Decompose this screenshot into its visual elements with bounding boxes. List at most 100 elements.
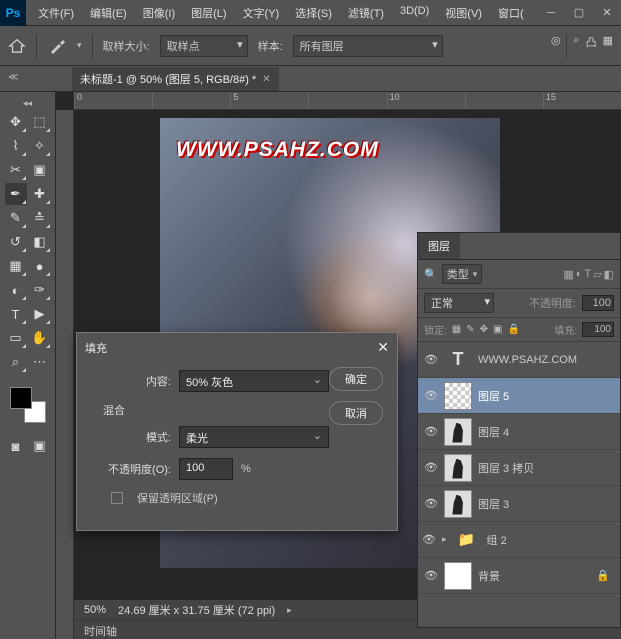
- eyedropper-icon[interactable]: [47, 36, 67, 56]
- sample-size-select[interactable]: 取样点: [160, 35, 248, 57]
- group-expand-icon[interactable]: ▸: [442, 534, 447, 545]
- crop-tool[interactable]: ✂: [5, 159, 27, 181]
- lock-all-icon[interactable]: 🔒: [507, 324, 519, 335]
- color-swatches[interactable]: [10, 387, 46, 423]
- menu-window[interactable]: 窗口(: [492, 1, 530, 25]
- visibility-icon[interactable]: 👁: [424, 425, 438, 438]
- sample-select[interactable]: 所有图层: [293, 35, 443, 57]
- close-tab-icon[interactable]: ✕: [262, 74, 270, 85]
- menu-filter[interactable]: 滤镜(T): [342, 1, 390, 25]
- layer-opacity-input[interactable]: 100: [582, 295, 614, 311]
- visibility-icon[interactable]: 👁: [424, 497, 438, 510]
- lock-artboard-icon[interactable]: ▣: [493, 324, 502, 335]
- stamp-tool[interactable]: ≛: [29, 207, 51, 229]
- layer-row[interactable]: 👁 图层 3 拷贝: [418, 450, 620, 486]
- filter-adjust-icon[interactable]: ◐: [576, 268, 583, 281]
- visibility-icon[interactable]: 👁: [424, 389, 438, 402]
- preserve-transparency-checkbox[interactable]: [111, 492, 123, 504]
- ok-button[interactable]: 确定: [329, 367, 383, 391]
- magic-wand-tool[interactable]: ✧: [29, 135, 51, 157]
- window-close[interactable]: ✕: [593, 0, 621, 26]
- visibility-icon[interactable]: 👁: [424, 569, 438, 582]
- tool-preset-arrow[interactable]: ▾: [77, 40, 82, 51]
- zoom-level[interactable]: 50%: [84, 604, 106, 616]
- filter-shape-icon[interactable]: ▱: [593, 268, 601, 281]
- brush-tool[interactable]: ✎: [5, 207, 27, 229]
- move-tool[interactable]: ✥: [5, 111, 27, 133]
- opt-icon-grid[interactable]: ▦: [603, 34, 613, 58]
- opt-icon-target[interactable]: ◎: [551, 34, 561, 58]
- lock-position-icon[interactable]: ✥: [480, 324, 488, 335]
- layer-name[interactable]: 图层 4: [478, 424, 614, 440]
- eyedropper-tool[interactable]: ✒: [5, 183, 27, 205]
- layer-name[interactable]: 组 2: [487, 532, 614, 548]
- gradient-tool[interactable]: ▦: [5, 255, 27, 277]
- eraser-tool[interactable]: ◧: [29, 231, 51, 253]
- lasso-tool[interactable]: ⌇: [5, 135, 27, 157]
- shape-tool[interactable]: ▭: [5, 327, 27, 349]
- menu-3d[interactable]: 3D(D): [394, 1, 435, 25]
- window-minimize[interactable]: ─: [537, 0, 565, 26]
- pen-tool[interactable]: ✑: [29, 279, 51, 301]
- marquee-tool[interactable]: ⬚: [29, 111, 51, 133]
- path-select-tool[interactable]: ▶: [29, 303, 51, 325]
- filter-search-icon[interactable]: 🔍: [424, 268, 438, 281]
- status-arrow-icon[interactable]: ▸: [287, 605, 292, 616]
- patch-tool[interactable]: ✚: [29, 183, 51, 205]
- document-tab[interactable]: 未标题-1 @ 50% (图层 5, RGB/8#) * ✕: [72, 67, 279, 91]
- layer-row[interactable]: 👁 ▸ 📁 组 2: [418, 522, 620, 558]
- menu-layer[interactable]: 图层(L): [185, 1, 232, 25]
- zoom-tool[interactable]: ⌕: [5, 351, 27, 373]
- filter-pixel-icon[interactable]: ▦: [563, 268, 573, 281]
- dialog-close-icon[interactable]: ✕: [377, 339, 389, 356]
- visibility-icon[interactable]: 👁: [424, 353, 438, 366]
- layer-row[interactable]: 👁 图层 3: [418, 486, 620, 522]
- layers-tab[interactable]: 图层: [418, 233, 460, 259]
- filter-type-icon[interactable]: T: [584, 268, 591, 281]
- menu-type[interactable]: 文字(Y): [237, 1, 286, 25]
- timeline-label[interactable]: 时间轴: [84, 626, 117, 638]
- layer-row[interactable]: 👁 背景 🔒: [418, 558, 620, 594]
- layer-name[interactable]: 图层 3 拷贝: [478, 460, 614, 476]
- quickmask-icon[interactable]: ◙: [5, 435, 27, 457]
- layer-name[interactable]: WWW.PSAHZ.COM: [478, 354, 614, 366]
- menu-image[interactable]: 图像(I): [137, 1, 181, 25]
- history-brush-tool[interactable]: ↺: [5, 231, 27, 253]
- menu-file[interactable]: 文件(F): [32, 1, 80, 25]
- content-select[interactable]: 50% 灰色: [179, 370, 329, 392]
- filter-kind-select[interactable]: 类型▾: [442, 264, 483, 284]
- frame-tool[interactable]: ▣: [29, 159, 51, 181]
- lock-brush-icon[interactable]: ✎: [466, 324, 474, 335]
- panel-collapse-icon[interactable]: ≪: [8, 72, 18, 83]
- menu-select[interactable]: 选择(S): [289, 1, 338, 25]
- foreground-swatch[interactable]: [10, 387, 32, 409]
- visibility-icon[interactable]: 👁: [422, 533, 436, 546]
- layer-name[interactable]: 图层 3: [478, 496, 614, 512]
- opacity-input[interactable]: 100: [179, 458, 233, 480]
- menu-edit[interactable]: 编辑(E): [84, 1, 133, 25]
- layer-row[interactable]: 👁 T WWW.PSAHZ.COM: [418, 342, 620, 378]
- visibility-icon[interactable]: 👁: [424, 461, 438, 474]
- edit-toolbar[interactable]: ⋯: [29, 351, 51, 373]
- cancel-button[interactable]: 取消: [329, 401, 383, 425]
- opt-icon-search[interactable]: ⌕: [573, 34, 579, 58]
- hand-tool[interactable]: ✋: [29, 327, 51, 349]
- blend-mode-select[interactable]: 正常: [424, 293, 494, 313]
- blur-tool[interactable]: ●: [29, 255, 51, 277]
- toolbox-collapse-icon[interactable]: ◂◂: [23, 98, 32, 109]
- layer-name[interactable]: 背景: [478, 568, 590, 584]
- menu-view[interactable]: 视图(V): [439, 1, 488, 25]
- home-icon[interactable]: [8, 38, 26, 54]
- opt-icon-share[interactable]: 凸: [586, 34, 597, 58]
- screenmode-icon[interactable]: ▣: [29, 435, 51, 457]
- layer-row[interactable]: 👁 图层 4: [418, 414, 620, 450]
- window-maximize[interactable]: ▢: [565, 0, 593, 26]
- type-tool[interactable]: T: [5, 303, 27, 325]
- layer-fill-input[interactable]: 100: [582, 322, 614, 337]
- mode-select[interactable]: 柔光: [179, 426, 329, 448]
- layer-row[interactable]: 👁 图层 5: [418, 378, 620, 414]
- lock-pixels-icon[interactable]: ▦: [452, 324, 461, 335]
- filter-smart-icon[interactable]: ◧: [604, 268, 614, 281]
- dodge-tool[interactable]: ◐: [5, 279, 27, 301]
- layer-name[interactable]: 图层 5: [478, 388, 614, 404]
